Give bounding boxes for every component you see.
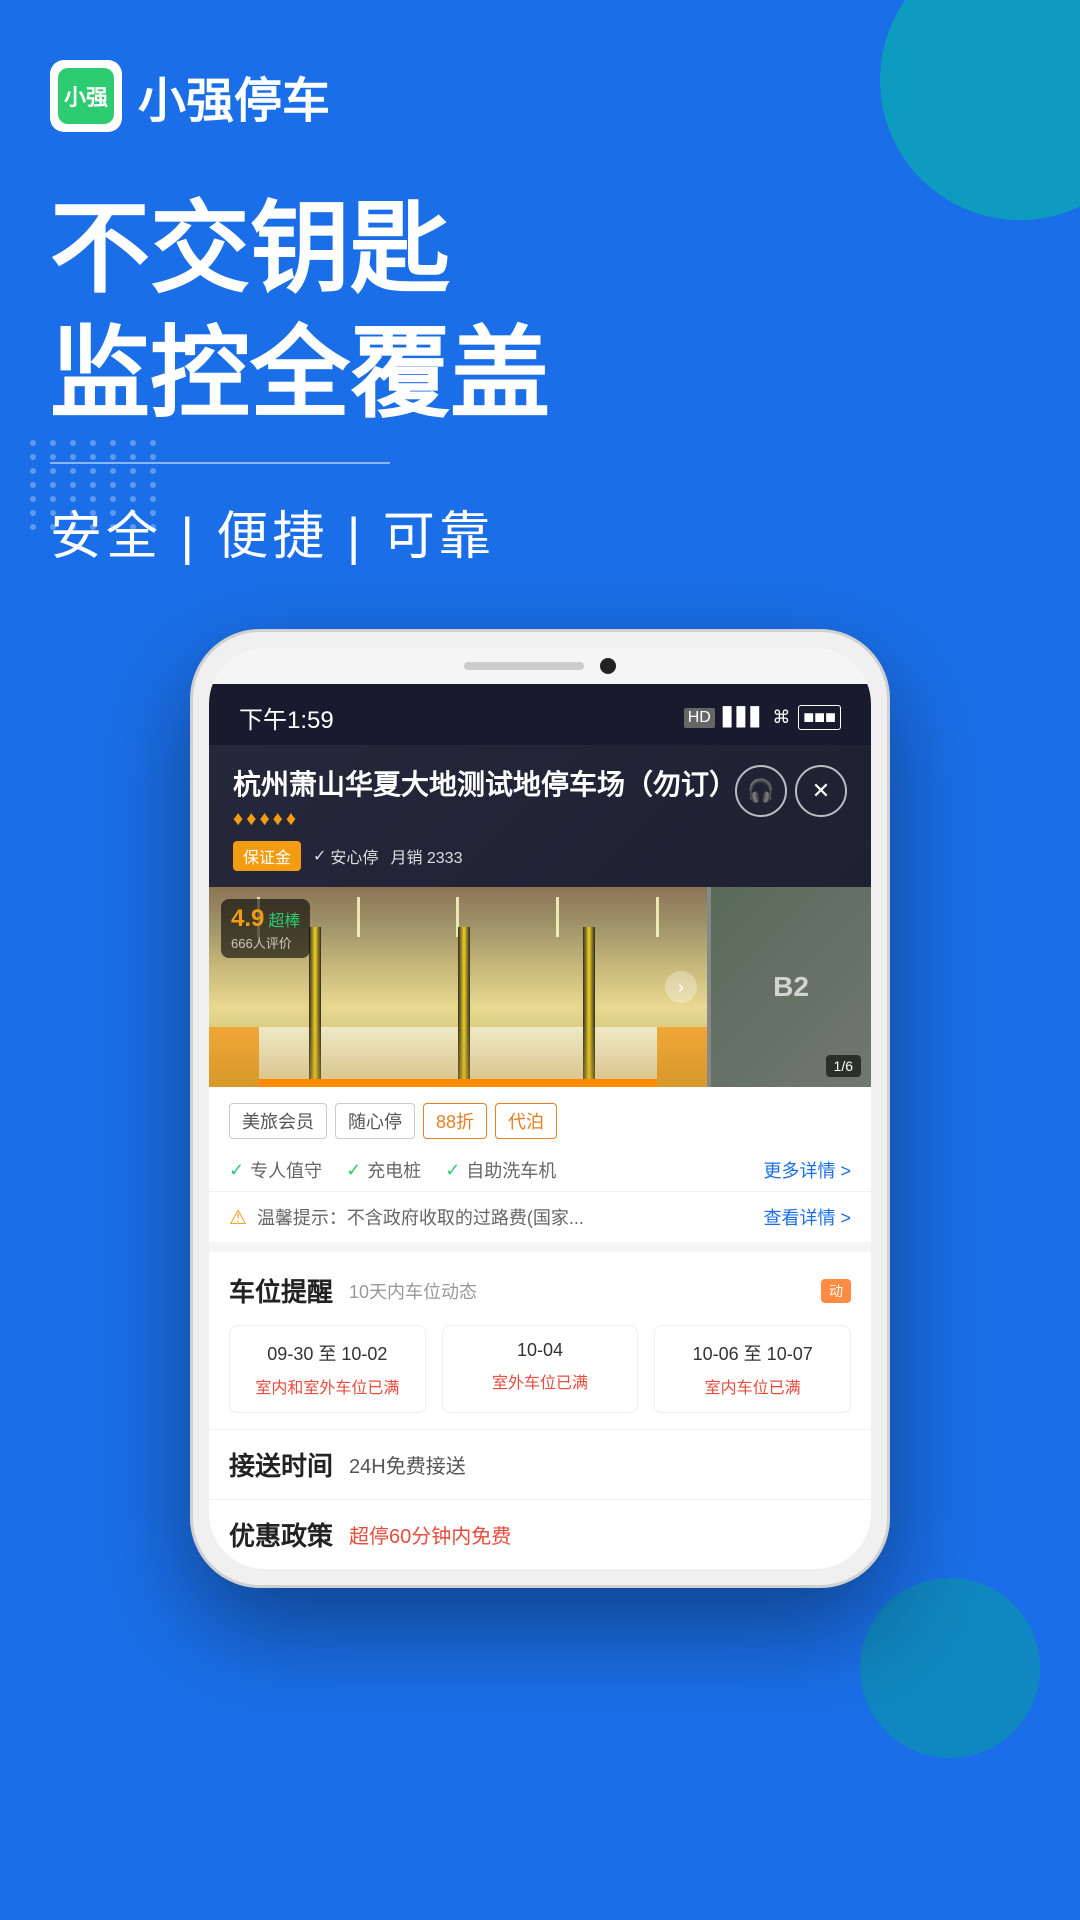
date-card-2: 10-04 室外车位已满 bbox=[442, 1325, 639, 1413]
headset-button[interactable]: 🎧 bbox=[735, 765, 787, 817]
discount-value: 超停60分钟内免费 bbox=[349, 1520, 511, 1549]
image-next-arrow[interactable]: › bbox=[665, 971, 697, 1003]
feature-tag-valet: 代泊 bbox=[495, 1103, 557, 1139]
reminder-subtitle: 10天内车位动态 bbox=[349, 1278, 477, 1304]
status-bar: 下午1:59 HD ▋▋▋ ⌘ ■■■ bbox=[209, 684, 871, 745]
date-cards: 09-30 至 10-02 室内和室外车位已满 10-04 室外车位已满 10-… bbox=[229, 1325, 851, 1413]
feature-tag-discount: 88折 bbox=[423, 1103, 487, 1139]
date-status-1: 室内和室外车位已满 bbox=[255, 1374, 399, 1398]
guarantee-tag: 保证金 bbox=[233, 841, 301, 871]
discount-section: 优惠政策 超停60分钟内免费 bbox=[209, 1499, 871, 1569]
hero-line1: 不交钥匙 bbox=[50, 192, 1030, 307]
amenity-guard: ✓ 专人值守 bbox=[229, 1157, 322, 1183]
check-circle-icon: ✓ bbox=[229, 1160, 244, 1181]
image-counter: 1/6 bbox=[826, 1055, 861, 1077]
parking-header: 杭州萧山华夏大地测试地停车场（勿订） ♦ ♦ ♦ ♦ ♦ 🎧 ✕ bbox=[209, 745, 871, 887]
phone-mockup: 下午1:59 HD ▋▋▋ ⌘ ■■■ 杭州萧山华夏大地测试地停车场（勿订） ♦… bbox=[0, 629, 1080, 1588]
notice-link[interactable]: 查看详情 > bbox=[763, 1204, 851, 1230]
close-button[interactable]: ✕ bbox=[795, 765, 847, 817]
app-logo: 小强 bbox=[50, 60, 122, 132]
check-circle-icon-3: ✓ bbox=[445, 1160, 460, 1181]
notice-text: 温馨提示：不含政府收取的过路费(国家... bbox=[257, 1204, 754, 1230]
shuttle-section: 接送时间 24H免费接送 bbox=[209, 1429, 871, 1499]
feature-tag-flexible: 随心停 bbox=[335, 1103, 415, 1139]
discount-title: 优惠政策 bbox=[229, 1516, 333, 1553]
speaker-grille bbox=[464, 662, 584, 670]
parking-stars: ♦ ♦ ♦ ♦ ♦ bbox=[233, 808, 725, 831]
rating-label: 超棒 bbox=[268, 907, 300, 931]
hero-line2: 监控全覆盖 bbox=[50, 317, 1030, 432]
parking-title: 杭州萧山华夏大地测试地停车场（勿订） bbox=[233, 765, 725, 804]
hd-icon: HD bbox=[684, 708, 715, 728]
status-icons: HD ▋▋▋ ⌘ ■■■ bbox=[684, 705, 841, 730]
amenity-charging: ✓ 充电桩 bbox=[346, 1157, 421, 1183]
shuttle-title: 接送时间 bbox=[229, 1446, 333, 1483]
hero-tagline: 安全 | 便捷 | 可靠 bbox=[50, 494, 1030, 569]
camera-dot bbox=[600, 658, 616, 674]
feature-tag-member: 美旅会员 bbox=[229, 1103, 327, 1139]
more-details-link[interactable]: 更多详情 > bbox=[763, 1157, 851, 1183]
date-card-1: 09-30 至 10-02 室内和室外车位已满 bbox=[229, 1325, 426, 1413]
amenities-row: ✓ 专人值守 ✓ 充电桩 ✓ 自助洗车机 更多详情 > bbox=[209, 1149, 871, 1191]
rating-badge: 4.9 超棒 666人评价 bbox=[221, 899, 310, 958]
date-range-1: 09-30 至 10-02 bbox=[267, 1340, 387, 1366]
hero-section: 不交钥匙 监控全覆盖 安全 | 便捷 | 可靠 bbox=[0, 132, 1080, 569]
hero-divider bbox=[50, 462, 390, 464]
monthly-sales: 月销 2333 bbox=[390, 844, 462, 868]
check-icon: ✓ bbox=[313, 846, 326, 866]
parking-actions: 🎧 ✕ bbox=[735, 765, 847, 817]
date-range-3: 10-06 至 10-07 bbox=[693, 1340, 813, 1366]
parking-main-image[interactable]: 4.9 超棒 666人评价 › bbox=[209, 887, 707, 1087]
amenity-carwash: ✓ 自助洗车机 bbox=[445, 1157, 556, 1183]
phone-top-bar bbox=[209, 648, 871, 684]
notice-row: ⚠ 温馨提示：不含政府收取的过路费(国家... 查看详情 > bbox=[209, 1191, 871, 1242]
wifi-icon: ⌘ bbox=[772, 707, 790, 728]
rating-score: 4.9 bbox=[231, 905, 264, 933]
parking-images[interactable]: 4.9 超棒 666人评价 › 1/6 bbox=[209, 887, 871, 1087]
feature-tags: 美旅会员 随心停 88折 代泊 bbox=[209, 1087, 871, 1149]
reminder-badge: 动 bbox=[821, 1279, 851, 1303]
date-card-3: 10-06 至 10-07 室内车位已满 bbox=[654, 1325, 851, 1413]
parking-info: 杭州萧山华夏大地测试地停车场（勿订） ♦ ♦ ♦ ♦ ♦ bbox=[233, 765, 725, 831]
warning-icon: ⚠ bbox=[229, 1205, 247, 1230]
date-status-3: 室内车位已满 bbox=[705, 1374, 801, 1398]
reminder-title: 车位提醒 bbox=[229, 1272, 333, 1309]
signal-icon: ▋▋▋ bbox=[723, 707, 765, 728]
app-title: 小强停车 bbox=[138, 61, 330, 131]
rating-count: 666人评价 bbox=[231, 933, 300, 952]
date-range-2: 10-04 bbox=[517, 1340, 563, 1361]
safe-tag: ✓ 安心停 bbox=[313, 844, 378, 868]
app-header: 小强 小强停车 bbox=[0, 0, 1080, 132]
shuttle-value: 24H免费接送 bbox=[349, 1450, 466, 1479]
bottom-circle bbox=[860, 1578, 1040, 1758]
check-circle-icon-2: ✓ bbox=[346, 1160, 361, 1181]
parking-side-image[interactable]: 1/6 bbox=[711, 887, 871, 1087]
battery-icon: ■■■ bbox=[798, 705, 841, 730]
parking-reminder-section: 车位提醒 10天内车位动态 动 09-30 至 10-02 室内和室外车位已满 … bbox=[209, 1242, 871, 1429]
status-time: 下午1:59 bbox=[239, 700, 334, 735]
logo-icon: 小强 bbox=[58, 68, 114, 124]
date-status-2: 室外车位已满 bbox=[492, 1369, 588, 1393]
